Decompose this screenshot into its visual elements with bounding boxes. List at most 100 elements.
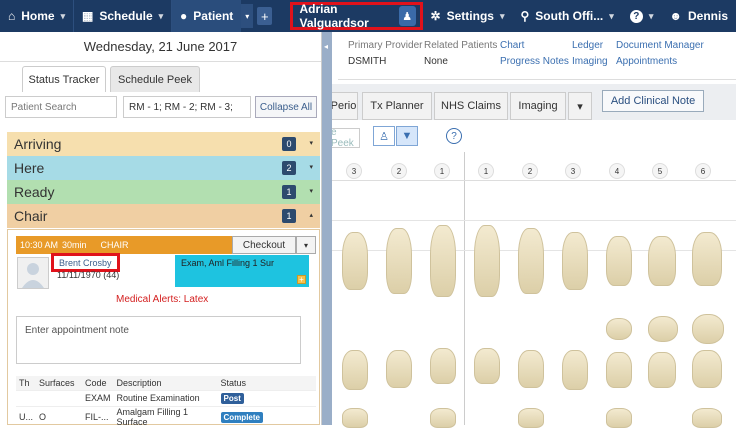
tooth-number[interactable]: 5 bbox=[652, 163, 668, 179]
tooth-crown[interactable] bbox=[518, 408, 544, 428]
patient-dropdown[interactable]: ▾ bbox=[241, 4, 254, 28]
tooth-number[interactable]: 3 bbox=[565, 163, 581, 179]
tooth-crown[interactable] bbox=[648, 236, 676, 286]
patient-card-icon[interactable]: ♟ bbox=[398, 6, 416, 26]
user-group-icon: ☻ bbox=[669, 9, 682, 23]
room-filter-select[interactable]: RM - 1; RM - 2; RM - 3; bbox=[123, 96, 251, 118]
tooth-crown[interactable] bbox=[648, 352, 676, 388]
panel-collapse-handle[interactable]: ◂ bbox=[322, 32, 332, 425]
tooth-crown[interactable] bbox=[518, 350, 544, 388]
tab-tx-planner[interactable]: Tx Planner bbox=[362, 92, 432, 120]
tab-imaging[interactable]: Imaging bbox=[510, 92, 566, 120]
tooth-crown[interactable] bbox=[606, 236, 632, 286]
tooth-crown[interactable] bbox=[562, 350, 588, 390]
tooth-occlusal[interactable] bbox=[692, 314, 724, 344]
tooth-occlusal[interactable] bbox=[606, 318, 632, 340]
tooth-number[interactable]: 3 bbox=[346, 163, 362, 179]
tooth-number[interactable]: 2 bbox=[391, 163, 407, 179]
section-chair[interactable]: Chair 1 ▴ bbox=[7, 204, 320, 228]
table-row[interactable]: EXAM Routine Examination Post bbox=[16, 389, 316, 406]
nav-schedule[interactable]: ▦ Schedule ▾ bbox=[74, 0, 171, 32]
peek-button[interactable]: e Peek bbox=[330, 127, 360, 149]
dob-value: 11/11/1970 bbox=[57, 270, 101, 280]
nav-home[interactable]: ⌂ Home ▾ bbox=[0, 0, 73, 32]
tooth-crown[interactable] bbox=[562, 232, 588, 290]
tooth-number[interactable]: 1 bbox=[478, 163, 494, 179]
tooth-crown[interactable] bbox=[342, 408, 368, 428]
link-ledger[interactable]: Ledger bbox=[572, 40, 603, 51]
chevron-left-icon: ◂ bbox=[324, 42, 329, 51]
plus-icon: + bbox=[261, 8, 269, 24]
nav-settings[interactable]: ✲ Settings ▾ bbox=[423, 0, 513, 32]
tooth-number[interactable]: 4 bbox=[609, 163, 625, 179]
tooth-crown[interactable] bbox=[606, 408, 632, 428]
tooth-crown[interactable] bbox=[518, 228, 544, 294]
tooth-crown[interactable] bbox=[474, 348, 500, 384]
appointment-note-input[interactable]: Enter appointment note bbox=[16, 316, 301, 364]
chevron-down-icon: ▾ bbox=[245, 11, 250, 21]
nav-help[interactable]: ? ▾ bbox=[622, 0, 662, 32]
section-arriving[interactable]: Arriving 0 ▾ bbox=[7, 132, 320, 156]
tabs-more-dropdown[interactable]: ▾ bbox=[568, 92, 592, 120]
cell-status: Complete bbox=[217, 405, 316, 427]
cell-status: Post bbox=[217, 389, 316, 406]
link-appointments[interactable]: Appointments bbox=[616, 56, 677, 67]
related-patients: None bbox=[424, 56, 448, 67]
panel-date: Wednesday, 21 June 2017 bbox=[0, 32, 321, 62]
add-procedure-icon[interactable]: + bbox=[297, 275, 306, 284]
nav-office[interactable]: ⚲ South Offi... ▾ bbox=[512, 0, 621, 32]
tab-status-tracker[interactable]: Status Tracker bbox=[22, 66, 106, 92]
help-icon: ? bbox=[629, 9, 643, 23]
appointment-header: 10:30 AM 30min CHAIR Checkout ▾ bbox=[16, 236, 316, 254]
tooth-crown[interactable] bbox=[386, 350, 412, 388]
table-row[interactable]: U... O FIL-... Amalgam Filling 1 Surface… bbox=[16, 405, 316, 427]
tooth-crown[interactable] bbox=[430, 348, 456, 384]
root-icon: ▼ bbox=[401, 130, 413, 142]
appointment-duration: 30min bbox=[62, 240, 87, 250]
checkout-button[interactable]: Checkout bbox=[232, 236, 296, 254]
tooth-number[interactable]: 1 bbox=[434, 163, 450, 179]
tooth-number[interactable]: 6 bbox=[695, 163, 711, 179]
tooth-crown[interactable] bbox=[692, 350, 722, 388]
tooth-crown[interactable] bbox=[430, 408, 456, 428]
link-chart[interactable]: Chart bbox=[500, 40, 524, 51]
nav-user[interactable]: ☻ Dennis bbox=[661, 0, 736, 32]
tooth-crown[interactable] bbox=[474, 225, 500, 297]
nav-patient[interactable]: ● Patient bbox=[172, 0, 242, 32]
link-progress-notes[interactable]: Progress Notes bbox=[500, 56, 569, 67]
tooth-number[interactable]: 2 bbox=[522, 163, 538, 179]
help-circle-icon[interactable]: ? bbox=[446, 128, 462, 144]
tooth-crown[interactable] bbox=[342, 232, 368, 290]
root-view-button[interactable]: ▼ bbox=[396, 126, 418, 146]
add-clinical-note-button[interactable]: Add Clinical Note bbox=[602, 90, 704, 112]
link-document-manager[interactable]: Document Manager bbox=[616, 40, 704, 51]
tab-nhs-claims[interactable]: NHS Claims bbox=[434, 92, 508, 120]
cell-code: FIL-... bbox=[82, 405, 114, 427]
procedure-summary[interactable]: Exam, Aml Filling 1 Sur + bbox=[175, 255, 309, 287]
tooth-crown[interactable] bbox=[430, 225, 456, 297]
section-ready[interactable]: Ready 1 ▾ bbox=[7, 180, 320, 204]
tab-perio[interactable]: Perio bbox=[330, 92, 358, 120]
tooth-crown[interactable] bbox=[386, 228, 412, 294]
tooth-crown[interactable] bbox=[692, 408, 722, 428]
patient-search-input[interactable]: Patient Search bbox=[5, 96, 117, 118]
checkout-dropdown[interactable]: ▾ bbox=[296, 236, 316, 254]
primary-provider-label: Primary Provider bbox=[348, 40, 423, 51]
chevron-up-icon: ▴ bbox=[309, 212, 313, 219]
current-patient-name: Adrian Valguardsor bbox=[299, 2, 369, 30]
add-patient-button[interactable]: + bbox=[257, 7, 273, 25]
section-count: 1 bbox=[282, 185, 296, 199]
tooth-crown[interactable] bbox=[692, 232, 722, 286]
chevron-down-icon: ▾ bbox=[303, 240, 308, 250]
section-here[interactable]: Here 2 ▾ bbox=[7, 156, 320, 180]
tooth-occlusal[interactable] bbox=[648, 316, 678, 342]
tooth-crown[interactable] bbox=[342, 350, 368, 390]
link-imaging[interactable]: Imaging bbox=[572, 56, 608, 67]
current-patient[interactable]: Adrian Valguardsor ♟ bbox=[290, 2, 423, 30]
tooth-crown[interactable] bbox=[606, 352, 632, 388]
collapse-all-button[interactable]: Collapse All bbox=[255, 96, 317, 118]
tooth-view-button[interactable]: ♙ bbox=[373, 126, 395, 146]
home-icon: ⌂ bbox=[8, 9, 16, 23]
section-label: Arriving bbox=[14, 136, 62, 152]
tab-schedule-peek[interactable]: Schedule Peek bbox=[110, 66, 200, 92]
